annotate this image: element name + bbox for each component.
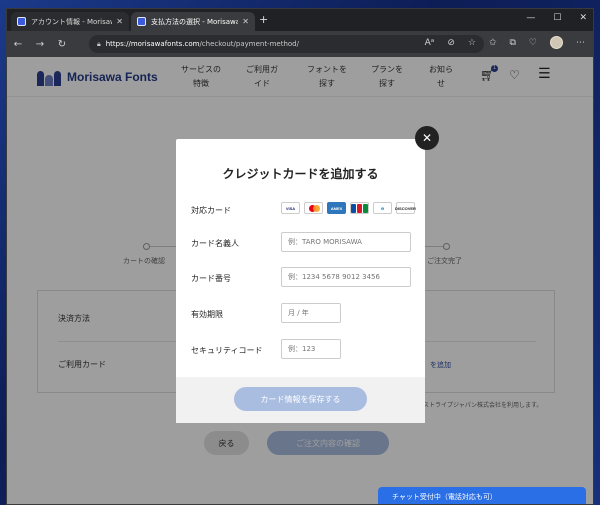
expiry-label: 有効期限 — [191, 310, 223, 319]
url-path: /checkout/payment-method/ — [199, 40, 299, 48]
web-page: Morisawa Fonts サービスの 特徴 ご利用ガ イド フォントを 探す… — [7, 57, 593, 504]
favorite-star-icon[interactable]: ☆ — [468, 38, 476, 48]
close-icon[interactable]: ✕ — [116, 17, 123, 26]
security-code-input[interactable] — [281, 339, 341, 359]
minimize-icon[interactable]: — — [526, 13, 535, 23]
chat-bar[interactable]: チャット受付中（電話対応も可） — [378, 487, 586, 504]
tab-payment-method[interactable]: 支払方法の選択 - Morisawa Fonts ✕ — [131, 12, 255, 31]
card-number-label: カード番号 — [191, 274, 231, 283]
close-icon[interactable]: ✕ — [415, 126, 439, 150]
jcb-icon — [350, 202, 369, 214]
discover-icon: DISCOVER — [395, 202, 416, 214]
extensions-icon[interactable]: ♡ — [529, 38, 537, 48]
modal-title: クレジットカードを追加する — [222, 167, 379, 181]
cardholder-input[interactable] — [281, 232, 411, 252]
read-aloud-icon[interactable]: Aᵃ — [425, 38, 435, 48]
url-host: https://morisawafonts.com — [105, 40, 200, 48]
tab-title: アカウント情報 - Morisawa ID — [31, 17, 112, 26]
lock-icon[interactable]: 🔒︎ — [97, 40, 101, 49]
tab-title: 支払方法の選択 - Morisawa Fonts — [151, 17, 239, 26]
save-card-button[interactable]: カード情報を保存する — [234, 387, 367, 411]
mastercard-icon — [304, 202, 323, 214]
window-controls: — ☐ ✕ — [526, 13, 587, 23]
morisawa-favicon-icon — [137, 17, 146, 26]
browser-tool-icons: Aᵃ ⊘ ☆ ✩ ⧉ ♡ ⋯ — [425, 36, 585, 49]
expiry-input[interactable] — [281, 303, 341, 323]
security-code-label: セキュリティコード — [191, 346, 263, 355]
close-icon[interactable]: ✕ — [242, 17, 249, 26]
morisawa-favicon-icon — [17, 17, 26, 26]
tab-account-info[interactable]: アカウント情報 - Morisawa ID ✕ — [11, 12, 129, 31]
browser-toolbar: ← → ↻ 🔒︎ https://morisawafonts.com /chec… — [7, 31, 593, 57]
visa-icon: VISA — [281, 202, 300, 214]
supported-cards-label: 対応カード — [191, 206, 231, 215]
maximize-icon[interactable]: ☐ — [553, 13, 561, 23]
cardholder-label: カード名義人 — [191, 239, 239, 248]
collections-icon[interactable]: ⧉ — [509, 38, 515, 48]
reload-icon[interactable]: ↻ — [51, 39, 73, 50]
close-window-icon[interactable]: ✕ — [579, 13, 587, 23]
browser-window: アカウント情報 - Morisawa ID ✕ 支払方法の選択 - Morisa… — [6, 8, 594, 505]
modal-footer: カード情報を保存する — [176, 377, 425, 423]
more-icon[interactable]: ⋯ — [576, 38, 585, 48]
forward-arrow-icon[interactable]: → — [29, 39, 51, 50]
add-card-modal: ✕ クレジットカードを追加する 対応カード VISA AMEX ⊖ DISCOV… — [176, 126, 439, 423]
diners-icon: ⊖ — [373, 202, 392, 214]
profile-avatar[interactable] — [550, 36, 563, 49]
tracking-icon[interactable]: ⊘ — [447, 38, 455, 48]
new-tab-icon[interactable]: + — [259, 13, 268, 26]
favorites-icon[interactable]: ✩ — [489, 38, 497, 48]
tab-strip: アカウント情報 - Morisawa ID ✕ 支払方法の選択 - Morisa… — [7, 9, 593, 31]
card-number-input[interactable] — [281, 267, 411, 287]
amex-icon: AMEX — [327, 202, 346, 214]
card-brands: VISA AMEX ⊖ DISCOVER — [281, 202, 416, 214]
back-arrow-icon[interactable]: ← — [7, 39, 29, 50]
